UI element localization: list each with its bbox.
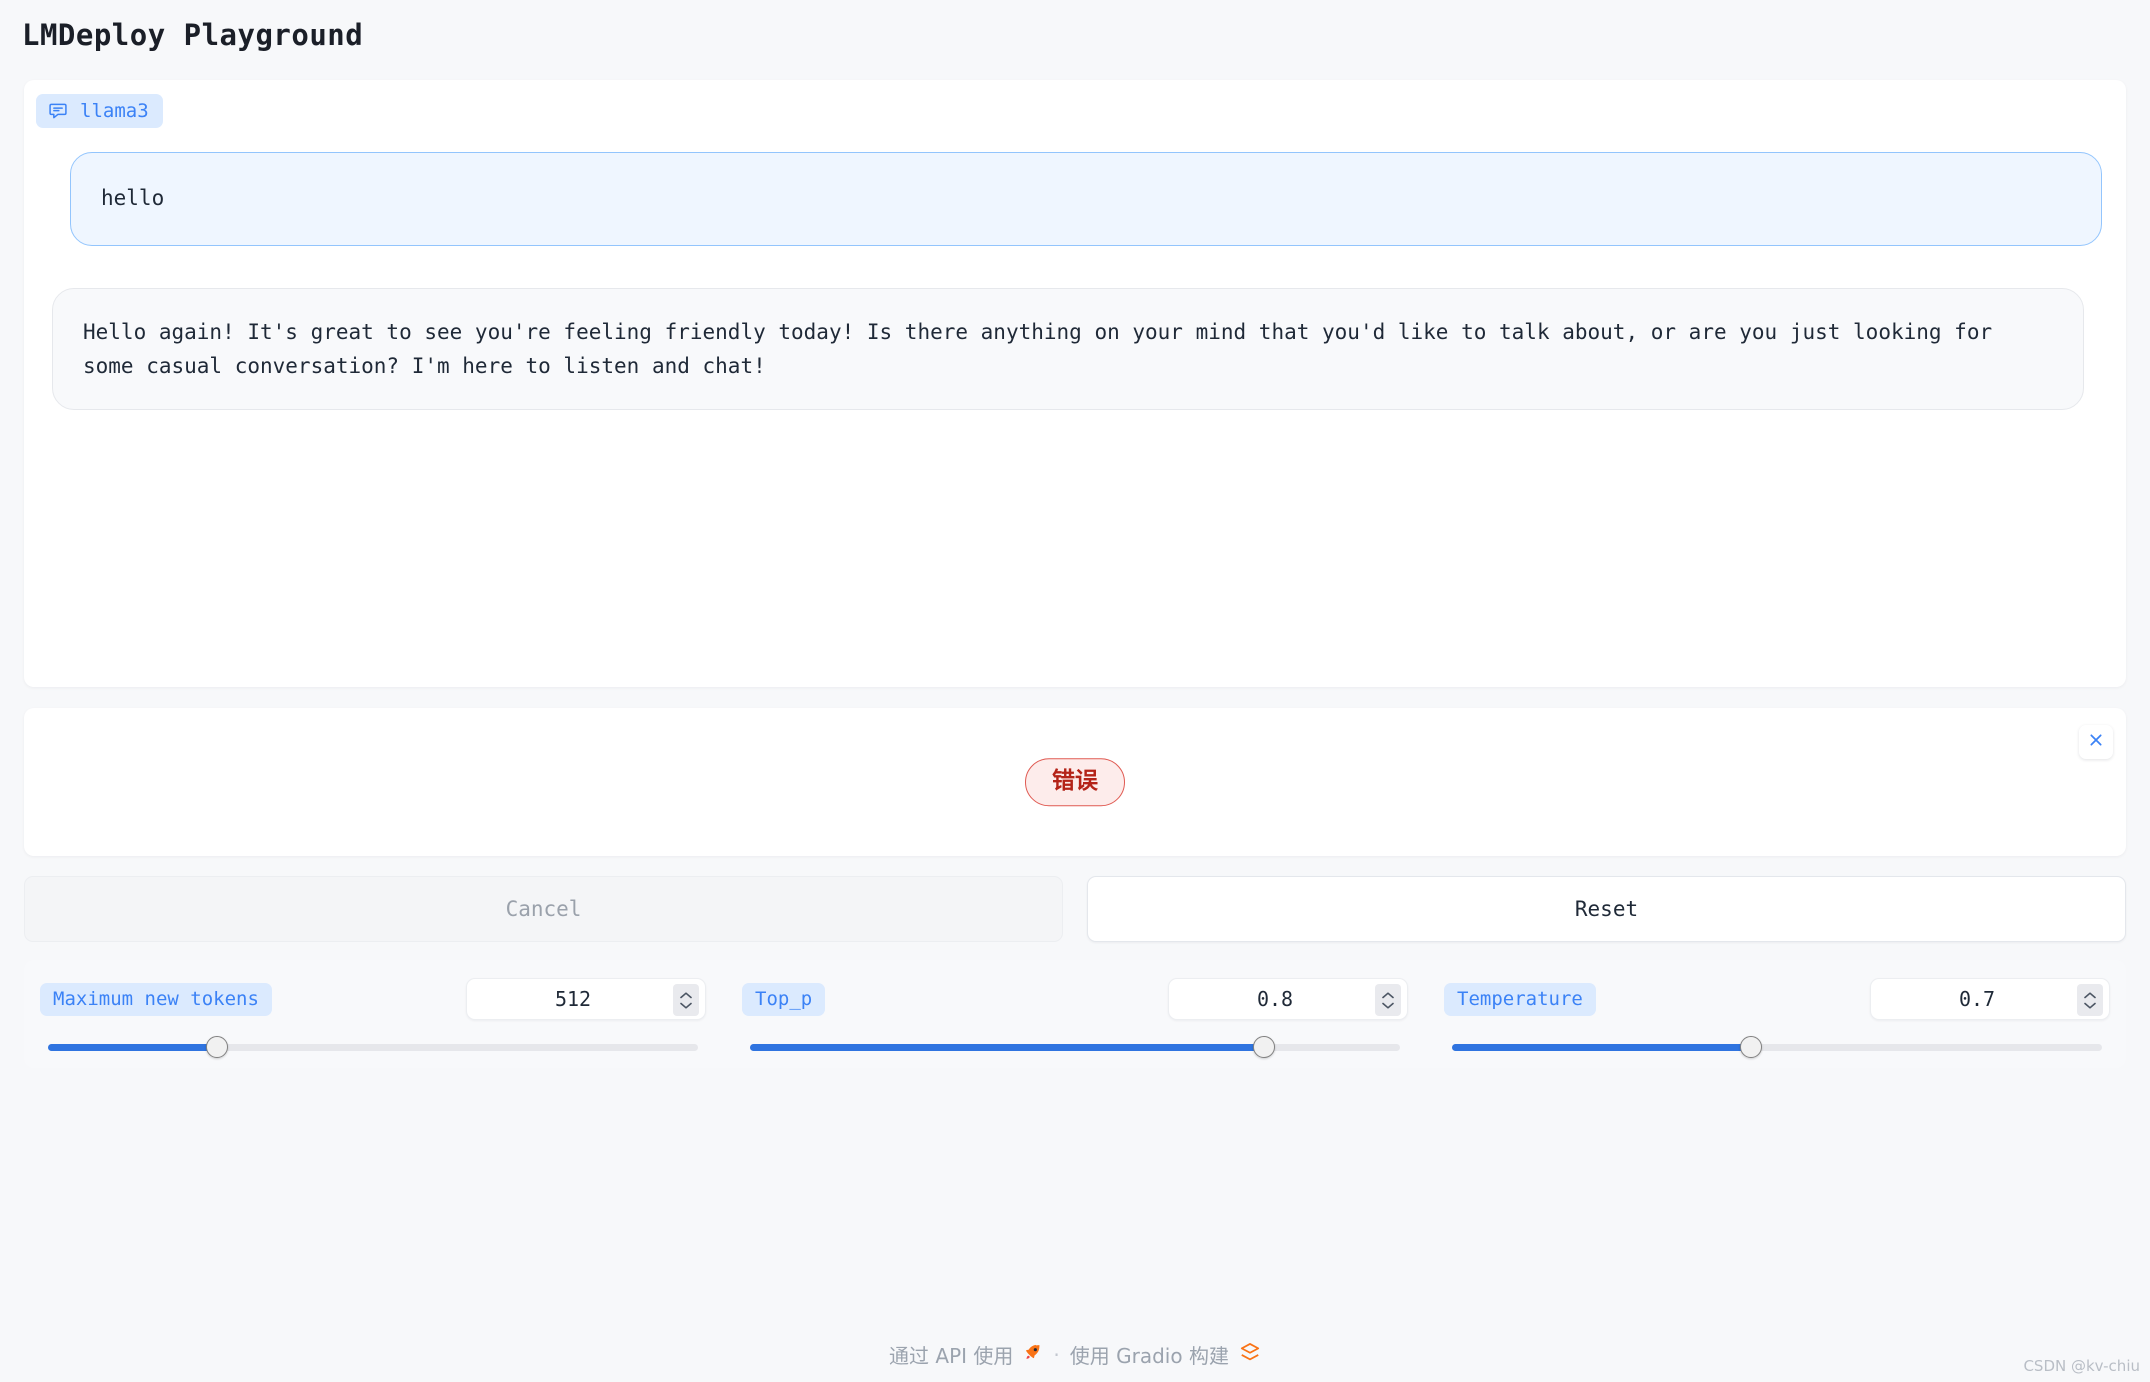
slider-thumb[interactable] xyxy=(206,1036,228,1058)
watermark: CSDN @kv-chiu xyxy=(2023,1357,2140,1375)
rocket-icon xyxy=(1023,1342,1043,1367)
temperature-input[interactable]: 0.7 xyxy=(1870,978,2110,1020)
control-header: Top_p 0.8 xyxy=(742,978,1408,1020)
app-root: LMDeploy Playground llama3 hello Hello a… xyxy=(0,0,2150,1382)
slider-fill xyxy=(750,1044,1264,1051)
control-top-p: Top_p 0.8 xyxy=(742,960,1408,1068)
built-with-gradio-link[interactable]: 使用 Gradio 构建 xyxy=(1070,1340,1229,1369)
use-via-api-link[interactable]: 通过 API 使用 xyxy=(889,1340,1013,1369)
chat-bubble-icon xyxy=(48,101,68,121)
message-row-user: hello xyxy=(70,152,2102,246)
assistant-message: Hello again! It's great to see you're fe… xyxy=(52,288,2084,411)
chatbot-panel: llama3 hello Hello again! It's great to … xyxy=(24,80,2126,687)
gradio-logo-icon xyxy=(1239,1341,1261,1368)
chatbot-label-text: llama3 xyxy=(80,99,149,122)
top-p-slider[interactable] xyxy=(750,1036,1400,1058)
control-label: Temperature xyxy=(1444,982,1596,1016)
chevron-up-icon xyxy=(2084,991,2096,998)
slider-fill xyxy=(48,1044,217,1051)
chevron-up-icon xyxy=(1382,991,1394,998)
maximum-new-tokens-slider[interactable] xyxy=(48,1036,698,1058)
stepper-buttons[interactable] xyxy=(1375,984,1401,1016)
input-value: 0.8 xyxy=(1256,987,1294,1011)
close-icon xyxy=(2088,732,2104,752)
chevron-up-icon xyxy=(680,991,692,998)
input-value: 512 xyxy=(554,987,592,1011)
parameters-panel: Maximum new tokens 512 Top_p 0.8 Tempera… xyxy=(24,960,2126,1068)
control-header: Maximum new tokens 512 xyxy=(40,978,706,1020)
chevron-down-icon xyxy=(680,1002,692,1009)
chevron-down-icon xyxy=(2084,1002,2096,1009)
user-message: hello xyxy=(70,152,2102,246)
close-button[interactable] xyxy=(2079,725,2113,759)
footer: 通过 API 使用 · 使用 Gradio 构建 xyxy=(0,1340,2150,1369)
slider-thumb[interactable] xyxy=(1252,1036,1275,1058)
control-label: Top_p xyxy=(742,982,826,1016)
reset-button[interactable]: Reset xyxy=(1087,876,2126,942)
control-header: Temperature 0.7 xyxy=(1444,978,2110,1020)
action-bar: Cancel Reset xyxy=(24,876,2126,942)
error-panel: 错误 xyxy=(24,708,2126,856)
chatbot-label: llama3 xyxy=(36,94,163,128)
chevron-down-icon xyxy=(1382,1002,1394,1009)
maximum-new-tokens-input[interactable]: 512 xyxy=(466,978,706,1020)
stepper-buttons[interactable] xyxy=(2077,984,2103,1016)
stepper-buttons[interactable] xyxy=(673,984,699,1016)
page-title: LMDeploy Playground xyxy=(22,18,364,52)
footer-separator: · xyxy=(1053,1342,1060,1367)
slider-fill xyxy=(1452,1044,1751,1051)
slider-thumb[interactable] xyxy=(1740,1036,1762,1058)
message-row-assistant: Hello again! It's great to see you're fe… xyxy=(52,288,2084,411)
status-badge: 错误 xyxy=(1025,758,1125,806)
control-temperature: Temperature 0.7 xyxy=(1444,960,2110,1068)
temperature-slider[interactable] xyxy=(1452,1036,2102,1058)
cancel-button[interactable]: Cancel xyxy=(24,876,1063,942)
input-value: 0.7 xyxy=(1958,987,1996,1011)
control-label: Maximum new tokens xyxy=(40,982,272,1016)
top-p-input[interactable]: 0.8 xyxy=(1168,978,1408,1020)
control-maximum-new-tokens: Maximum new tokens 512 xyxy=(40,960,706,1068)
